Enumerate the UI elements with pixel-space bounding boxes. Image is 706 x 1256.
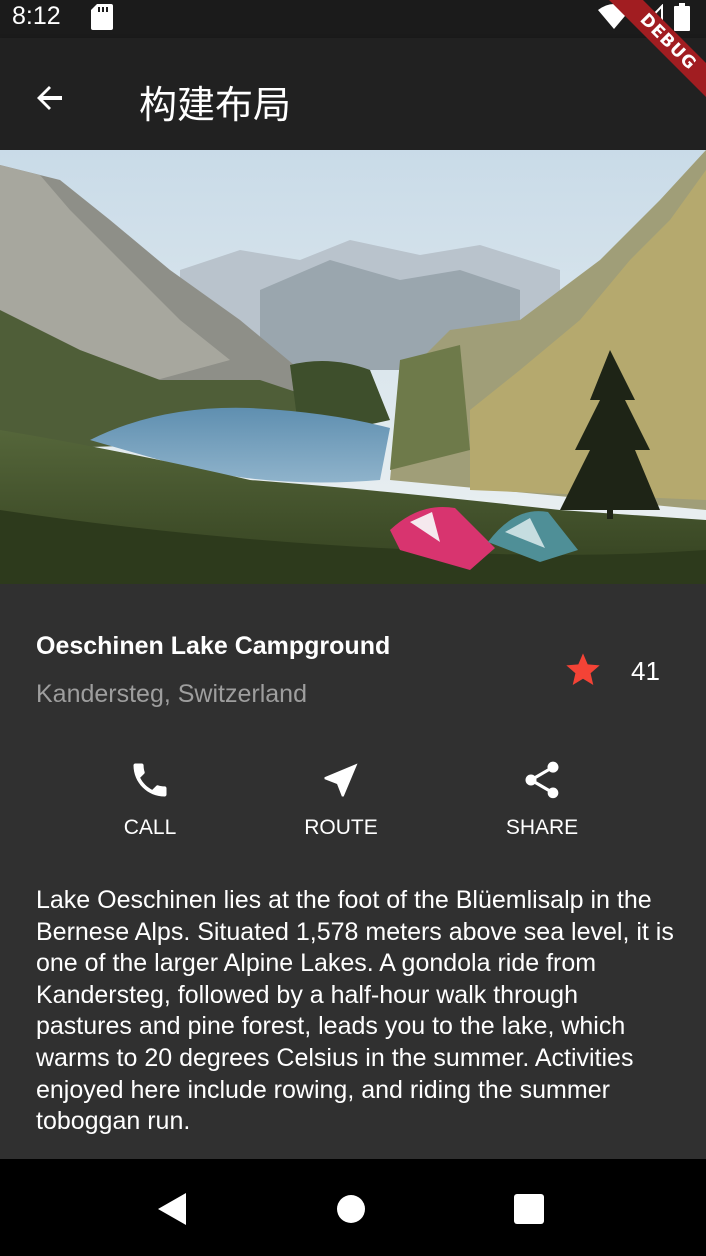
status-time: 8:12 [12,2,61,30]
phone-icon [133,763,167,797]
title-section: Oeschinen Lake Campground Kandersteg, Sw… [0,584,706,734]
battery-icon [674,3,690,31]
share-icon [525,761,559,799]
nav-recents-icon[interactable] [507,1187,551,1231]
status-bar: 8:12 [0,0,706,38]
route-label: ROUTE [304,816,378,839]
app-bar: 构建布局 [0,38,706,150]
page-title: 构建布局 [139,83,292,127]
sd-card-icon [91,4,113,30]
rating-count: 41 [631,656,660,686]
nav-home-icon[interactable] [329,1187,373,1231]
near-me-icon [324,763,358,797]
call-label: CALL [123,816,177,839]
signal-icon [640,4,663,30]
nav-back-icon[interactable] [150,1187,194,1231]
lake-photo [0,150,706,584]
share-button[interactable]: SHARE [462,750,622,850]
system-nav-bar [0,1159,706,1256]
share-label: SHARE [505,816,579,839]
place-name: Oeschinen Lake Campground [36,632,391,660]
status-icons [598,3,690,31]
route-button[interactable]: ROUTE [261,750,421,850]
place-location: Kandersteg, Switzerland [36,680,307,708]
description-text: Lake Oeschinen lies at the foot of the B… [36,886,674,1136]
star-icon[interactable] [563,650,603,690]
wifi-icon [598,4,630,29]
call-button[interactable]: CALL [70,750,230,850]
back-arrow-icon[interactable] [26,72,78,124]
actions-row: CALL ROUTE SHARE [0,750,706,860]
